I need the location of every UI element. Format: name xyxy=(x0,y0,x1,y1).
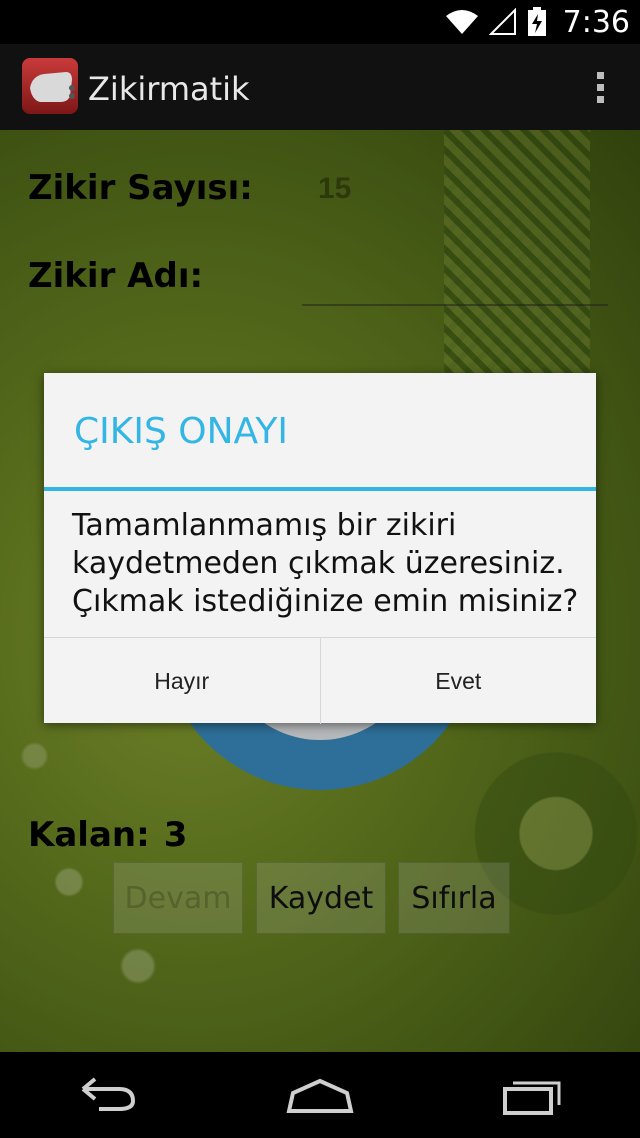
recents-icon[interactable] xyxy=(488,1065,578,1125)
yes-button[interactable]: Evet xyxy=(319,638,597,724)
prayer-hand-icon xyxy=(30,72,75,102)
exit-confirm-dialog: ÇIKIŞ ONAYI Tamamlanmamış bir zikiri kay… xyxy=(44,373,596,724)
dialog-message: Tamamlanmamış bir zikiri kaydetmeden çık… xyxy=(72,508,579,619)
overflow-menu-icon[interactable] xyxy=(590,68,610,108)
status-bar: 7:36 xyxy=(0,0,640,44)
home-icon[interactable] xyxy=(275,1065,365,1125)
battery-charging-icon xyxy=(527,7,546,36)
no-button[interactable]: Hayır xyxy=(44,638,320,724)
back-icon[interactable] xyxy=(62,1065,152,1125)
app-icon[interactable] xyxy=(22,58,78,114)
dialog-divider xyxy=(44,487,596,491)
status-icons: 7:36 xyxy=(445,0,630,44)
action-bar: Zikirmatik xyxy=(0,44,640,130)
dialog-buttons: Hayır Evet xyxy=(44,637,596,724)
dialog-title: ÇIKIŞ ONAYI xyxy=(74,411,288,452)
wifi-icon xyxy=(445,10,478,34)
app-title: Zikirmatik xyxy=(88,70,250,108)
navigation-bar xyxy=(0,1052,640,1138)
signal-icon xyxy=(488,8,516,35)
status-time: 7:36 xyxy=(562,4,630,40)
